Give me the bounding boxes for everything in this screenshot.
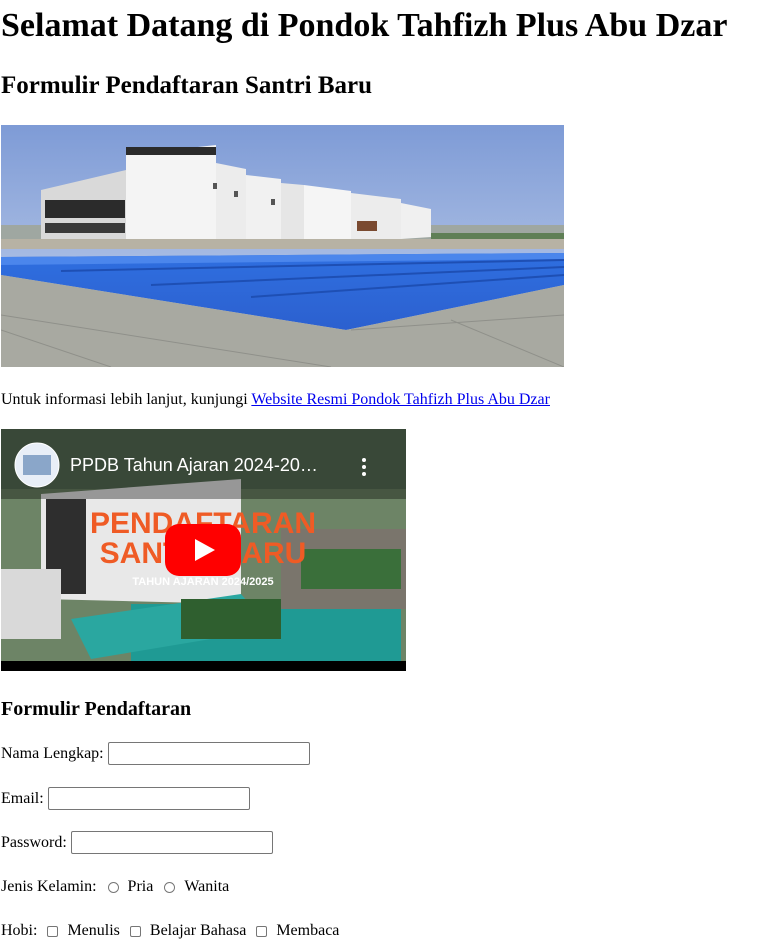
gender-radio-wanita[interactable] [164, 881, 176, 893]
email-input[interactable] [47, 787, 250, 810]
page-subtitle: Formulir Pendaftaran Santri Baru [1, 72, 373, 99]
password-row: Password: [1, 831, 273, 854]
name-input[interactable] [107, 742, 310, 765]
hobby-option-menulis: Menulis [67, 922, 120, 939]
hobby-option-membaca: Membaca [276, 922, 340, 939]
hobby-checkbox-membaca[interactable] [256, 925, 268, 937]
page-title: Selamat Datang di Pondok Tahfizh Plus Ab… [1, 7, 728, 44]
info-text: Untuk informasi lebih lanjut, kunjungi W… [1, 389, 550, 411]
gender-radio-pria[interactable] [107, 881, 119, 893]
name-row: Nama Lengkap: [1, 742, 310, 765]
official-website-link[interactable]: Website Resmi Pondok Tahfizh Plus Abu Dz… [251, 391, 550, 408]
channel-avatar[interactable] [15, 443, 59, 487]
more-options-icon[interactable] [356, 455, 372, 479]
email-row: Email: [1, 787, 250, 810]
info-prefix: Untuk informasi lebih lanjut, kunjungi [1, 391, 248, 408]
thumbnail-line3: TAHUN AJARAN 2024/2025 [132, 576, 273, 588]
youtube-video-embed[interactable]: PENDAFTARAN SANTRI BARU TAHUN AJARAN 202… [1, 429, 406, 671]
name-label: Nama Lengkap: [1, 744, 104, 762]
gender-row: Jenis Kelamin: Pria Wanita [1, 876, 229, 898]
gender-option-pria: Pria [127, 878, 154, 895]
hobby-option-belajar-bahasa: Belajar Bahasa [149, 922, 247, 939]
password-input[interactable] [70, 831, 273, 854]
hobby-label: Hobi: [1, 922, 38, 939]
video-title[interactable]: PPDB Tahun Ajaran 2024-20… [70, 455, 318, 476]
play-button-icon[interactable] [165, 524, 241, 576]
gender-option-wanita: Wanita [184, 878, 230, 895]
hobby-checkbox-belajar-bahasa[interactable] [129, 925, 141, 937]
hobby-checkbox-menulis[interactable] [47, 925, 59, 937]
gender-label: Jenis Kelamin: [1, 878, 97, 895]
email-label: Email: [1, 789, 44, 807]
form-title: Formulir Pendaftaran [1, 698, 192, 720]
password-label: Password: [1, 833, 67, 851]
school-pool-photo [1, 125, 564, 367]
hobby-row: Hobi: Menulis Belajar Bahasa Membaca [1, 920, 339, 942]
